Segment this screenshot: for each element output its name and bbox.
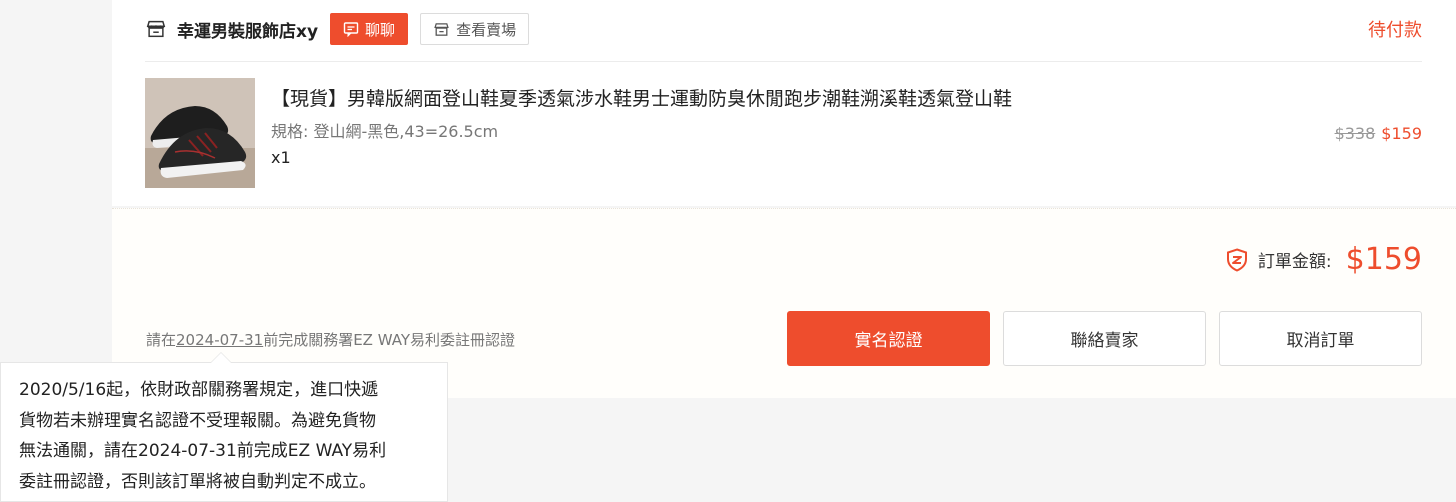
sale-price: $159: [1381, 124, 1422, 143]
shop-icon: [434, 22, 449, 36]
product-title[interactable]: 【現貨】男韓版網面登山鞋夏季透氣涉水鞋男士運動防臭休閒跑步潮鞋溯溪鞋透氣登山鞋: [271, 84, 1012, 111]
verify-identity-button[interactable]: 實名認證: [787, 311, 990, 366]
shop-name[interactable]: 幸運男裝服飾店xy: [177, 17, 318, 42]
store-icon: [146, 20, 166, 38]
tooltip-line: 無法通關，請在2024-07-31前完成EZ WAY易利: [19, 441, 387, 461]
verification-notice: 請在2024-07-31前完成關務署EZ WAY易利委註冊認證: [146, 329, 515, 350]
tooltip-line: 貨物若未辦理實名認證不受理報關。為避免貨物: [19, 410, 376, 431]
verification-tooltip: 2020/5/16起，依財政部關務署規定，進口快遞 貨物若未辦理實名認證不受理報…: [0, 362, 448, 502]
chat-icon: [343, 22, 359, 37]
product-thumbnail[interactable]: [145, 78, 255, 188]
tooltip-line: 委註冊認證，否則該訂單將被自動判定不成立。: [19, 471, 376, 492]
total-label: 訂單金額:: [1257, 252, 1332, 272]
order-total: 訂單金額: $159: [1226, 242, 1422, 277]
order-status: 待付款: [1368, 20, 1422, 41]
notice-suffix: 前完成關務署EZ WAY易利委註冊認證: [263, 331, 515, 349]
tooltip-line: 2020/5/16起，依財政部關務署規定，進口快遞: [19, 380, 379, 400]
tooltip-arrow-inner: [211, 353, 231, 363]
contact-seller-button[interactable]: 聯絡賣家: [1003, 311, 1206, 366]
view-shop-button[interactable]: 查看賣場: [420, 13, 530, 45]
shop-header: 幸運男裝服飾店xy 聊聊 查看賣場 待付款: [145, 0, 1422, 58]
product-price: $338 $159: [1335, 124, 1422, 143]
notice-prefix: 請在: [146, 331, 177, 349]
product-spec: 規格: 登山網-黑色,43=26.5cm: [271, 122, 499, 141]
shield-icon: [1226, 247, 1247, 272]
chat-button-label: 聊聊: [365, 20, 396, 39]
chat-button[interactable]: 聊聊: [330, 13, 409, 45]
notice-date-link[interactable]: 2024-07-31: [176, 331, 263, 349]
total-amount: $159: [1345, 242, 1422, 277]
product-quantity: x1: [271, 148, 291, 167]
view-shop-label: 查看賣場: [456, 20, 517, 39]
original-price: $338: [1334, 124, 1376, 143]
divider: [145, 61, 1422, 62]
shoe-image: [145, 78, 255, 188]
cancel-order-button[interactable]: 取消訂單: [1219, 311, 1422, 366]
product-item[interactable]: 【現貨】男韓版網面登山鞋夏季透氣涉水鞋男士運動防臭休閒跑步潮鞋溯溪鞋透氣登山鞋 …: [145, 78, 1422, 188]
